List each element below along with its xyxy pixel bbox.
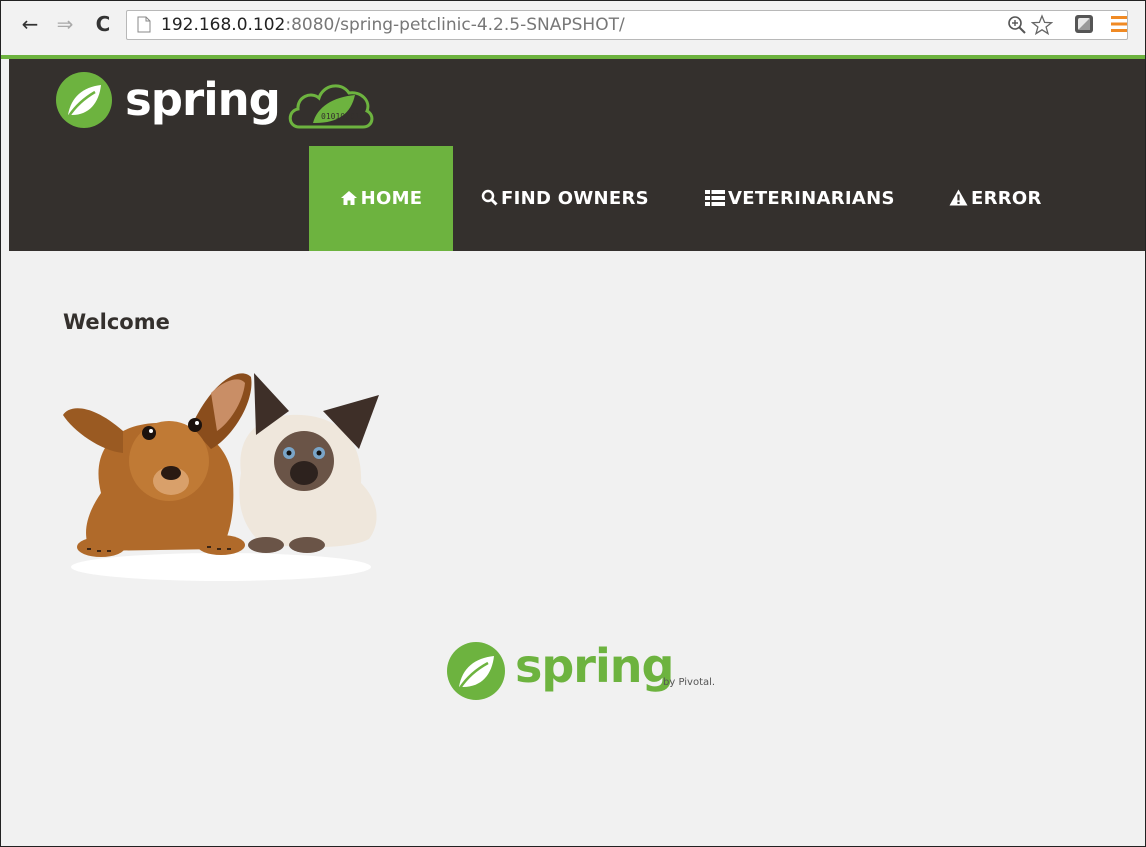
bookmark-star-icon[interactable] xyxy=(1031,14,1053,36)
menu-hamburger-icon[interactable] xyxy=(1111,15,1127,33)
url-host: 192.168.0.102 xyxy=(161,15,286,35)
back-button[interactable]: ← xyxy=(19,11,41,37)
logo-text: spring xyxy=(125,73,281,126)
footer-logo-text: spring xyxy=(515,639,674,693)
browser-window: ← ⇒ C 192.168.0.102:8080/spring-petclini… xyxy=(0,0,1146,847)
spring-leaf-icon xyxy=(56,72,112,128)
nav-veterinarians-label: VETERINARIANS xyxy=(728,188,895,209)
logo-badge-text: 01010101 xyxy=(321,112,360,121)
nav-find-owners-label: FIND OWNERS xyxy=(501,188,649,209)
spring-logo[interactable]: spring 01010101 xyxy=(9,59,389,139)
search-icon xyxy=(481,189,498,206)
cloud-leaf-icon: 01010101 xyxy=(288,84,374,129)
browser-toolbar: ← ⇒ C 192.168.0.102:8080/spring-petclini… xyxy=(1,1,1145,55)
nav-home-label: HOME xyxy=(360,188,423,209)
app-header: spring 01010101 HOME FIND OWNERS VETERIN… xyxy=(9,59,1145,251)
footer-by-pivotal: by Pivotal. xyxy=(663,677,716,688)
page-title: Welcome xyxy=(63,310,170,334)
home-icon xyxy=(340,191,357,205)
pets-image xyxy=(63,373,379,581)
th-list-icon xyxy=(705,190,725,206)
address-bar[interactable]: 192.168.0.102:8080/spring-petclinic-4.2.… xyxy=(126,10,1128,40)
nav-error[interactable]: ERROR xyxy=(949,146,1042,251)
nav-error-label: ERROR xyxy=(971,188,1042,209)
nav-find-owners[interactable]: FIND OWNERS xyxy=(481,146,649,251)
warning-icon xyxy=(949,189,968,206)
spring-leaf-footer-icon xyxy=(447,642,505,700)
zoom-icon[interactable] xyxy=(1007,15,1027,35)
extension-icon[interactable] xyxy=(1074,14,1094,34)
nav-home[interactable]: HOME xyxy=(309,146,453,251)
page-icon xyxy=(137,16,151,33)
reload-button[interactable]: C xyxy=(92,11,114,37)
nav-veterinarians[interactable]: VETERINARIANS xyxy=(705,146,895,251)
forward-button[interactable]: ⇒ xyxy=(54,11,76,37)
url-text[interactable]: 192.168.0.102:8080/spring-petclinic-4.2.… xyxy=(161,15,625,35)
url-path: :8080/spring-petclinic-4.2.5-SNAPSHOT/ xyxy=(285,15,625,35)
